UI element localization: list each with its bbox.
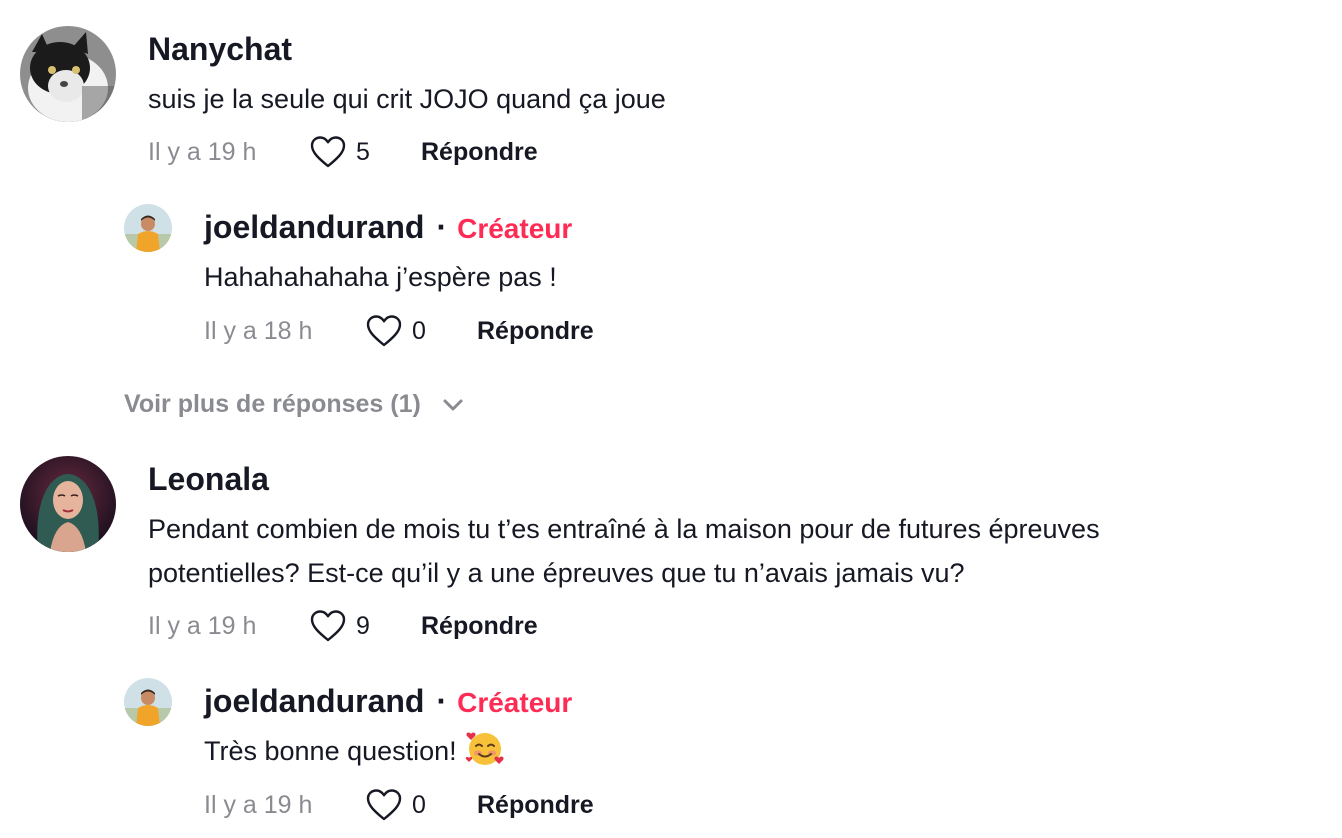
heart-icon bbox=[310, 610, 346, 642]
reply-joeldandurand: joeldandurand · Créateur Très bonne questi… bbox=[0, 664, 1342, 838]
reply-joeldandurand: joeldandurand · Créateur Hahahahahaha j’es… bbox=[0, 190, 1342, 360]
comment-meta: Il y a 19 h 9 Répondre bbox=[148, 610, 568, 642]
like-count: 0 bbox=[412, 791, 426, 819]
reply-text: Très bonne question! bbox=[204, 736, 457, 766]
creator-avatar-icon bbox=[124, 204, 172, 252]
creator-avatar-icon bbox=[124, 678, 172, 726]
comment-time: Il y a 19 h bbox=[148, 612, 257, 640]
comment-nanychat: Nanychat suis je la seule qui crit JOJO … bbox=[0, 0, 1342, 380]
like-button[interactable]: 0 bbox=[366, 315, 446, 347]
reply-text-row: Très bonne question! bbox=[204, 728, 505, 774]
view-more-replies-button[interactable]: Voir plus de réponses (1) bbox=[124, 388, 464, 420]
heart-icon bbox=[366, 315, 402, 347]
reply-username: joeldandurand · Créateur bbox=[204, 208, 572, 248]
like-count: 5 bbox=[356, 138, 370, 166]
like-count: 0 bbox=[412, 317, 426, 345]
reply-time: Il y a 18 h bbox=[204, 317, 313, 345]
like-button[interactable]: 9 bbox=[310, 610, 390, 642]
reply-time: Il y a 19 h bbox=[204, 791, 313, 819]
reply-button[interactable]: Répondre bbox=[421, 137, 538, 167]
creator-badge: Créateur bbox=[457, 213, 573, 244]
heart-icon bbox=[366, 789, 402, 821]
like-button[interactable]: 5 bbox=[310, 136, 390, 168]
reply-meta: Il y a 18 h 0 Répondre bbox=[204, 315, 624, 347]
comment-meta: Il y a 19 h 5 Répondre bbox=[148, 136, 568, 168]
chevron-down-icon bbox=[443, 399, 463, 411]
comment-text-line-2: potentielles? Est-ce qu’il y a une épreu… bbox=[148, 558, 965, 588]
separator: · bbox=[436, 683, 448, 719]
reply-button[interactable]: Répondre bbox=[421, 611, 538, 641]
comment-username[interactable]: Leonala bbox=[148, 460, 269, 498]
reply-author[interactable]: joeldandurand bbox=[204, 683, 424, 719]
comment-time: Il y a 19 h bbox=[148, 138, 257, 166]
avatar[interactable] bbox=[20, 456, 116, 552]
avatar[interactable] bbox=[20, 26, 116, 122]
reply-text: Hahahahahaha j’espère pas ! bbox=[204, 262, 557, 292]
heart-icon bbox=[310, 136, 346, 168]
comment-text: suis je la seule qui crit JOJO quand ça … bbox=[148, 84, 666, 114]
reply-username: joeldandurand · Créateur bbox=[204, 682, 572, 722]
reply-button[interactable]: Répondre bbox=[477, 316, 594, 346]
reply-meta: Il y a 19 h 0 Répondre bbox=[204, 789, 624, 821]
reply-button[interactable]: Répondre bbox=[477, 790, 594, 820]
view-more-replies-label: Voir plus de réponses (1) bbox=[124, 390, 421, 418]
comment-username[interactable]: Nanychat bbox=[148, 30, 292, 68]
creator-badge: Créateur bbox=[457, 687, 573, 718]
like-count: 9 bbox=[356, 612, 370, 640]
avatar[interactable] bbox=[124, 678, 172, 726]
avatar[interactable] bbox=[124, 204, 172, 252]
comment-leonala: Leonala Pendant combien de mois tu t’es … bbox=[0, 430, 1342, 838]
woman-avatar-icon bbox=[20, 456, 116, 552]
smiling-face-with-hearts-emoji-icon bbox=[465, 732, 504, 765]
separator: · bbox=[436, 209, 448, 245]
like-button[interactable]: 0 bbox=[366, 789, 446, 821]
reply-author[interactable]: joeldandurand bbox=[204, 209, 424, 245]
comment-text-line-1: Pendant combien de mois tu t’es entraîné… bbox=[148, 514, 1100, 544]
cat-avatar-icon bbox=[20, 26, 116, 122]
